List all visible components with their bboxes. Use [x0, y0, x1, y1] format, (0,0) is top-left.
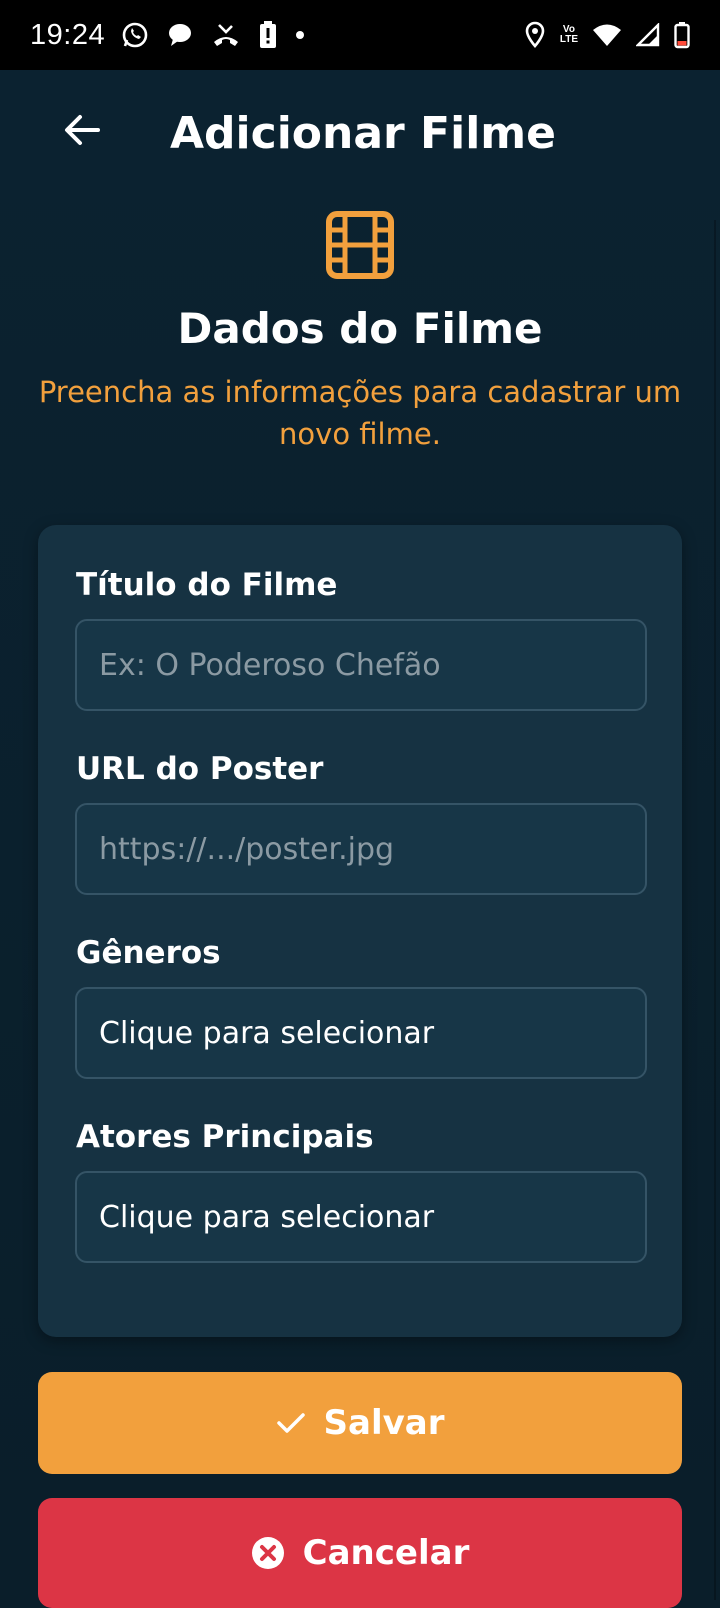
arrow-left-icon: [65, 115, 100, 145]
genres-select[interactable]: Clique para selecionar: [75, 987, 647, 1079]
poster-field[interactable]: [75, 803, 647, 895]
dot-icon: [295, 30, 305, 40]
volte-label-bottom: LTE: [559, 34, 578, 45]
chat-bubble-icon: [167, 22, 193, 48]
whatsapp-icon: [121, 21, 149, 49]
title-field[interactable]: [75, 619, 647, 711]
missed-call-icon: [211, 22, 241, 48]
film-icon: [326, 211, 394, 279]
back-button[interactable]: [52, 100, 112, 160]
save-button[interactable]: Salvar: [38, 1372, 682, 1474]
genres-label: Gêneros: [76, 935, 221, 971]
status-bar: 19:24 Vo LTE: [0, 0, 720, 70]
close-circle-icon: [251, 1537, 284, 1569]
check-icon: [276, 1413, 305, 1433]
volte-icon: Vo LTE: [560, 25, 578, 45]
poster-url-input[interactable]: [99, 831, 645, 867]
page-title: Adicionar Filme: [170, 108, 556, 159]
section-subtitle: Preencha as informações para cadastrar u…: [38, 375, 682, 451]
hero-section: Dados do Filme Preencha as informações p…: [0, 210, 720, 455]
save-button-label: Salvar: [323, 1403, 445, 1443]
top-app-bar: Adicionar Filme: [0, 70, 720, 200]
genres-select-value: Clique para selecionar: [99, 1015, 435, 1051]
title-label: Título do Filme: [76, 567, 338, 603]
movie-form-card: Título do Filme URL do Poster Gêneros Cl…: [38, 525, 682, 1337]
status-time: 19:24: [30, 18, 106, 51]
notification-icons: [121, 21, 305, 49]
actors-label: Atores Principais: [76, 1119, 374, 1155]
battery-alert-icon: [259, 21, 277, 49]
signal-icon: [636, 23, 660, 47]
battery-icon: [674, 21, 690, 49]
wifi-icon: [592, 23, 622, 47]
location-icon: [524, 21, 546, 49]
cancel-button-label: Cancelar: [302, 1533, 470, 1573]
actors-select[interactable]: Clique para selecionar: [75, 1171, 647, 1263]
app-screen: Adicionar Filme Dados do Filme Preencha …: [0, 70, 720, 1608]
system-icons: Vo LTE: [524, 21, 690, 49]
actors-select-value: Clique para selecionar: [99, 1199, 435, 1235]
poster-label: URL do Poster: [76, 751, 324, 787]
title-input[interactable]: [99, 647, 645, 683]
section-title: Dados do Filme: [177, 304, 543, 353]
cancel-button[interactable]: Cancelar: [38, 1498, 682, 1608]
